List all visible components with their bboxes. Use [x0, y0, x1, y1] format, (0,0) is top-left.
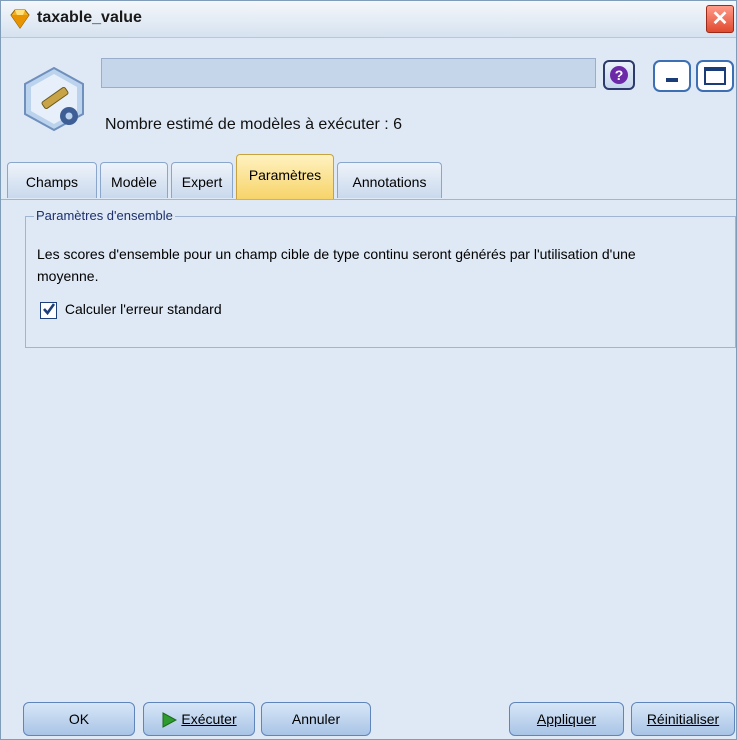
minimize-icon	[666, 78, 678, 82]
dialog-window: taxable_value ✕ ? Nombre estimé de modèl…	[0, 0, 737, 740]
tab-annotations[interactable]: Annotations	[337, 162, 442, 198]
tab-expert[interactable]: Expert	[171, 162, 233, 198]
ok-button[interactable]: OK	[23, 702, 135, 736]
help-icon: ?	[610, 66, 628, 84]
tab-parametres[interactable]: Paramètres	[236, 154, 334, 199]
dialog-header: ? Nombre estimé de modèles à exécuter : …	[1, 38, 736, 148]
model-count-estimate: Nombre estimé de modèles à exécuter : 6	[105, 116, 403, 133]
execute-button[interactable]: Exécuter	[143, 702, 255, 736]
checkmark-icon	[43, 303, 56, 315]
maximize-button[interactable]	[696, 60, 734, 92]
maximize-icon	[704, 67, 726, 85]
minimize-button[interactable]	[653, 60, 691, 92]
tab-bar: Champs Modèle Expert Paramètres Annotati…	[1, 148, 736, 200]
window-title: taxable_value	[37, 9, 142, 26]
close-icon: ✕	[711, 8, 729, 30]
model-node-icon	[24, 66, 84, 132]
play-icon	[162, 712, 178, 729]
apply-label: Appliquer	[536, 711, 597, 727]
reset-button[interactable]: Réinitialiser	[631, 702, 735, 736]
title-bar[interactable]: taxable_value ✕	[1, 1, 736, 38]
node-gem-icon	[10, 9, 30, 29]
cancel-button[interactable]: Annuler	[261, 702, 371, 736]
standard-error-checkbox[interactable]	[40, 301, 57, 319]
group-title: Paramètres d'ensemble	[34, 208, 175, 223]
close-button[interactable]: ✕	[706, 5, 734, 33]
ensemble-settings-group: Paramètres d'ensemble Les scores d'ensem…	[25, 208, 736, 348]
ensemble-description: Les scores d'ensemble pour un champ cibl…	[37, 246, 636, 284]
standard-error-label: Calculer l'erreur standard	[64, 301, 222, 317]
execute-label: Exécuter	[181, 711, 237, 727]
tab-champs[interactable]: Champs	[7, 162, 97, 198]
help-button[interactable]: ?	[603, 60, 635, 90]
tab-modele[interactable]: Modèle	[100, 162, 168, 198]
node-name-field[interactable]	[101, 58, 596, 88]
apply-button[interactable]: Appliquer	[509, 702, 624, 736]
reset-label: Réinitialiser	[646, 711, 720, 727]
standard-error-option[interactable]: Calculer l'erreur standard	[40, 301, 222, 319]
